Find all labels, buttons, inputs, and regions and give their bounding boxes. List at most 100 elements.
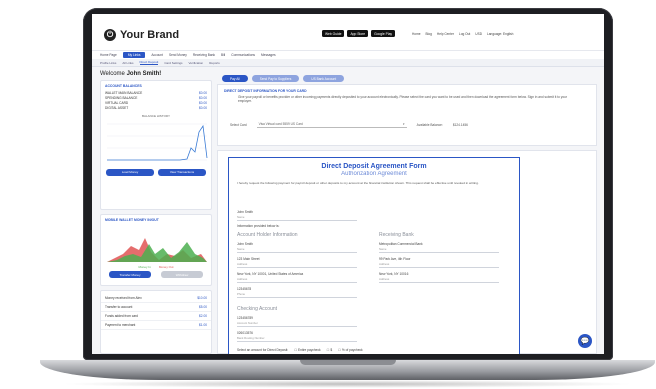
- mobile-wallet-card: MOBILE WALLET MONEY IN/OUT Money In Mone…: [100, 214, 212, 286]
- option-entire-paycheck[interactable]: ☐ Entire paycheck: [294, 348, 320, 352]
- chat-icon[interactable]: 💬: [578, 334, 592, 348]
- form-field-value: 026013576: [237, 331, 253, 335]
- transactions-card: Money received from Alex $10.00 Transfer t…: [100, 290, 212, 354]
- transaction-amount: $1.00: [199, 323, 207, 327]
- form-field-value: 12345678: [237, 287, 252, 291]
- information-label: Information provided below is:: [237, 224, 280, 228]
- transaction-row[interactable]: Funds added from card $2.00: [101, 312, 211, 321]
- subnav-reports[interactable]: Reports: [209, 61, 220, 65]
- receiving-bank-heading: Receiving Bank: [379, 232, 414, 238]
- nav-communications[interactable]: Communications: [231, 53, 255, 57]
- card-select-row: Select Card Visa Virtual card 5559 US Ca…: [230, 121, 468, 128]
- nav-home[interactable]: Home Page: [100, 53, 117, 57]
- form-field: 026013576 Bank Routing Number: [237, 331, 357, 342]
- currency-select[interactable]: USD: [475, 32, 482, 36]
- subnav-all-links[interactable]: All Links: [122, 61, 133, 65]
- brand-icon: ⏻: [104, 29, 116, 41]
- transaction-title: Money received from Alex: [105, 296, 142, 300]
- form-field-caption: Bank Routing Number: [237, 336, 265, 340]
- tab-us-bank-account[interactable]: US Bank Account: [303, 75, 345, 83]
- select-card-dropdown[interactable]: Visa Virtual card 5559 US Card ▾: [256, 121, 407, 128]
- welcome-prefix: Welcome: [100, 71, 125, 77]
- balance-label: DIGITAL ASSET: [105, 106, 129, 111]
- subnav-direct-deposit[interactable]: Direct Deposit: [139, 60, 159, 65]
- transaction-row[interactable]: Payment to merchant $1.00: [101, 321, 211, 330]
- app-store-badge[interactable]: App Store: [347, 30, 369, 37]
- form-field: 123456789 Account Number: [237, 316, 357, 327]
- transfer-money-button[interactable]: Transfer Money: [109, 271, 151, 279]
- option-dollar-label: $: [330, 348, 333, 352]
- nav-bill[interactable]: Bill: [221, 53, 225, 57]
- deposit-amount-row: Select an amount for Direct Deposit: ☐ E…: [237, 348, 363, 353]
- deposit-info-title: DIRECT DEPOSIT INFORMATION FOR YOUR CARD: [224, 89, 307, 93]
- form-field-caption: Address: [379, 262, 390, 266]
- form-field: 12345678 Phone: [237, 287, 357, 298]
- account-holder-heading: Account Holder Information: [237, 232, 298, 238]
- select-card-value: Visa Virtual card 5559 US Card: [258, 122, 303, 126]
- top-link-help[interactable]: Help Center: [437, 32, 454, 36]
- top-link-logout[interactable]: Log Out: [459, 32, 470, 36]
- select-card-label: Select Card: [230, 122, 247, 127]
- nav-account[interactable]: Account: [151, 53, 163, 57]
- laptop-shadow: [60, 380, 635, 388]
- employee-name-caption: Name: [237, 215, 245, 219]
- transaction-row[interactable]: Transfer to account $5.00: [101, 303, 211, 312]
- top-link-blog[interactable]: Blog: [426, 32, 432, 36]
- money-in-area: [107, 242, 207, 262]
- form-field-value: New York, NY 10001, United States of Ame…: [237, 272, 304, 276]
- language-select[interactable]: Language: English: [487, 32, 513, 36]
- balances-title: ACCOUNT BALANCES: [105, 84, 142, 88]
- form-field-caption: Account Number: [237, 321, 258, 325]
- money-in-out-chart: [107, 238, 207, 262]
- brand-logo[interactable]: ⏻ Your Brand: [104, 29, 179, 41]
- top-nav: Home Page My Links Account Send Money Re…: [92, 50, 604, 59]
- subnav-verification[interactable]: Verification: [189, 61, 204, 65]
- form-field: Metropolitan Commercial Bank Name: [379, 242, 499, 253]
- store-badges: Web Guide App Store Google Play: [322, 30, 396, 37]
- balance-value: $0.00: [199, 100, 207, 105]
- chevron-down-icon: ▾: [403, 122, 405, 126]
- balance-label: VIRTUAL CARD: [105, 100, 129, 105]
- balance-label: WALLET MAIN BALANCE: [105, 90, 143, 95]
- top-link-home[interactable]: Home: [412, 32, 421, 36]
- transaction-row[interactable]: Money received from Alex $10.00: [101, 294, 211, 303]
- deposit-info-text: Give your payroll or benefits provider o…: [238, 95, 567, 104]
- transaction-amount: $10.00: [197, 296, 207, 300]
- deposit-amount-label: Select an amount for Direct Deposit:: [237, 348, 289, 352]
- nav-send-money[interactable]: Send Money: [169, 53, 187, 57]
- option-percent-label: % of paycheck: [341, 348, 363, 352]
- tab-pay-all[interactable]: Pay All: [222, 75, 248, 83]
- subnav-card-settings[interactable]: Card Settings: [164, 61, 182, 65]
- transaction-title: Funds added from card: [105, 314, 138, 318]
- nav-receiving-bank[interactable]: Receiving Bank: [193, 53, 215, 57]
- user-name: John Smith!: [126, 71, 162, 77]
- mobile-wallet-title: MOBILE WALLET MONEY IN/OUT: [105, 218, 159, 222]
- form-field-value: 99 Park Ave, 4th Floor: [379, 257, 411, 261]
- web-guide-badge[interactable]: Web Guide: [322, 30, 345, 37]
- legend-money-in: Money In: [138, 265, 151, 269]
- form-field-value: John Smith: [237, 242, 253, 246]
- agreement-document: Direct Deposit Agreement Form Authorizat…: [228, 157, 520, 354]
- tab-send-pay-suppliers[interactable]: Send Pay to Suppliers: [251, 75, 300, 83]
- nav-messages[interactable]: Messages: [261, 53, 276, 57]
- option-dollar[interactable]: ☐ $: [327, 348, 333, 352]
- form-field: 123 Main Street Address: [237, 257, 357, 268]
- form-field: 99 Park Ave, 4th Floor Address: [379, 257, 499, 268]
- form-field-caption: Name: [379, 247, 387, 251]
- view-transactions-button[interactable]: View Transactions: [158, 168, 206, 176]
- welcome-heading: Welcome John Smith!: [100, 71, 161, 77]
- top-links: Home Blog Help Center Log Out USD Langua…: [412, 32, 513, 36]
- google-play-badge[interactable]: Google Play: [371, 30, 396, 37]
- available-balance-label: Available Balance:: [416, 122, 443, 127]
- option-percent[interactable]: ☐ % of paycheck: [338, 348, 362, 352]
- nav-my-links[interactable]: My Links: [122, 52, 146, 58]
- load-money-button[interactable]: Load Money: [106, 168, 154, 176]
- form-field: John Smith Name: [237, 242, 357, 253]
- deposit-info-card: DIRECT DEPOSIT INFORMATION FOR YOUR CARD…: [217, 84, 597, 146]
- subnav-profile-links[interactable]: Profile Links: [100, 61, 116, 65]
- balance-label: SPENDING BALANCE: [105, 95, 138, 100]
- withdraw-button[interactable]: Withdraw: [161, 271, 203, 279]
- form-field-caption: Address: [379, 277, 390, 281]
- employee-name-value: John Smith: [237, 210, 253, 214]
- form-field-caption: Phone: [237, 292, 246, 296]
